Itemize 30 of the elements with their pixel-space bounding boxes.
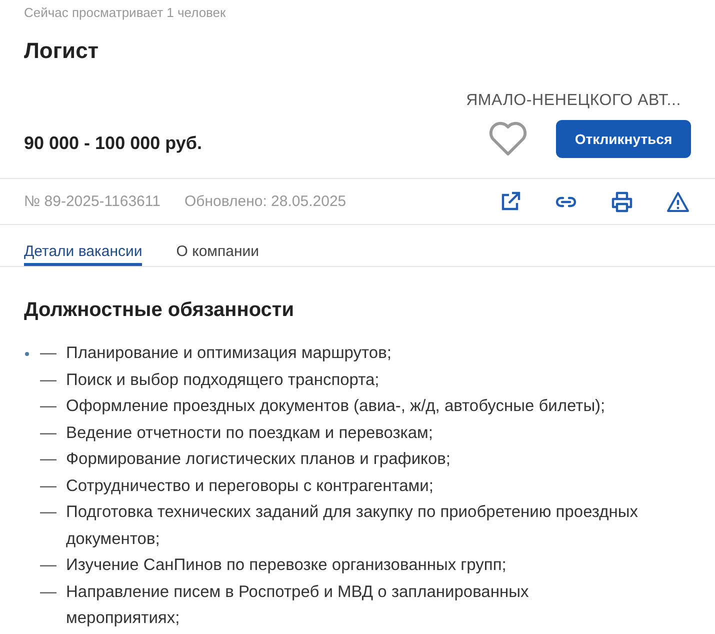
dash-marker: — bbox=[40, 422, 58, 444]
salary-text: 90 000 - 100 000 руб. bbox=[24, 132, 204, 154]
region-text: ЯМАЛО-НЕНЕЦКОГО АВТ... bbox=[466, 92, 681, 111]
vacancy-number: № 89-2025-1163611 bbox=[24, 193, 160, 210]
warning-icon[interactable] bbox=[666, 190, 690, 214]
duty-text: Планирование и оптимизация маршрутов; bbox=[66, 343, 392, 364]
duty-text: Подготовка технических заданий для закупку по приобретению проездных документов; bbox=[66, 502, 639, 550]
duty-text: Изучение СанПинов по перевозке организованных групп; bbox=[66, 555, 508, 576]
dash-marker: — bbox=[40, 502, 58, 523]
heart-icon[interactable] bbox=[488, 121, 528, 157]
print-icon[interactable] bbox=[610, 190, 634, 214]
duty-text: Ведение отчетности по поездкам и перевозкам; bbox=[66, 422, 434, 444]
dash-marker: — bbox=[40, 370, 58, 390]
tab[interactable]: О компании bbox=[176, 225, 259, 266]
dash-marker: — bbox=[40, 555, 58, 576]
duty-text: Оформление проездных документов (авиа-, ж/д, автобусные билеты); bbox=[66, 396, 606, 417]
apply-button[interactable]: Откликнуться bbox=[556, 120, 691, 158]
duty-text: Поиск и выбор подходящего транспорта; bbox=[66, 370, 380, 390]
viewer-count: Сейчас просматривает 1 человек bbox=[24, 4, 227, 22]
section-heading: Должностные обязанности bbox=[24, 299, 295, 322]
duty-text: Направление писем в Роспотреб и МВД о запланированных мероприятиях; bbox=[66, 582, 530, 629]
duty-text: Сотрудничество и переговоры с контрагентами; bbox=[66, 476, 434, 496]
dash-marker: — bbox=[40, 343, 58, 364]
dash-marker: — bbox=[40, 449, 58, 470]
vacancy-title: Логист bbox=[24, 38, 100, 65]
dash-marker: — bbox=[40, 476, 58, 496]
updated-date: Обновлено: 28.05.2025 bbox=[184, 193, 348, 210]
dash-marker: — bbox=[40, 396, 58, 417]
dash-marker: — bbox=[40, 582, 58, 602]
duty-text: Формирование логистических планов и графиков; bbox=[66, 449, 452, 470]
